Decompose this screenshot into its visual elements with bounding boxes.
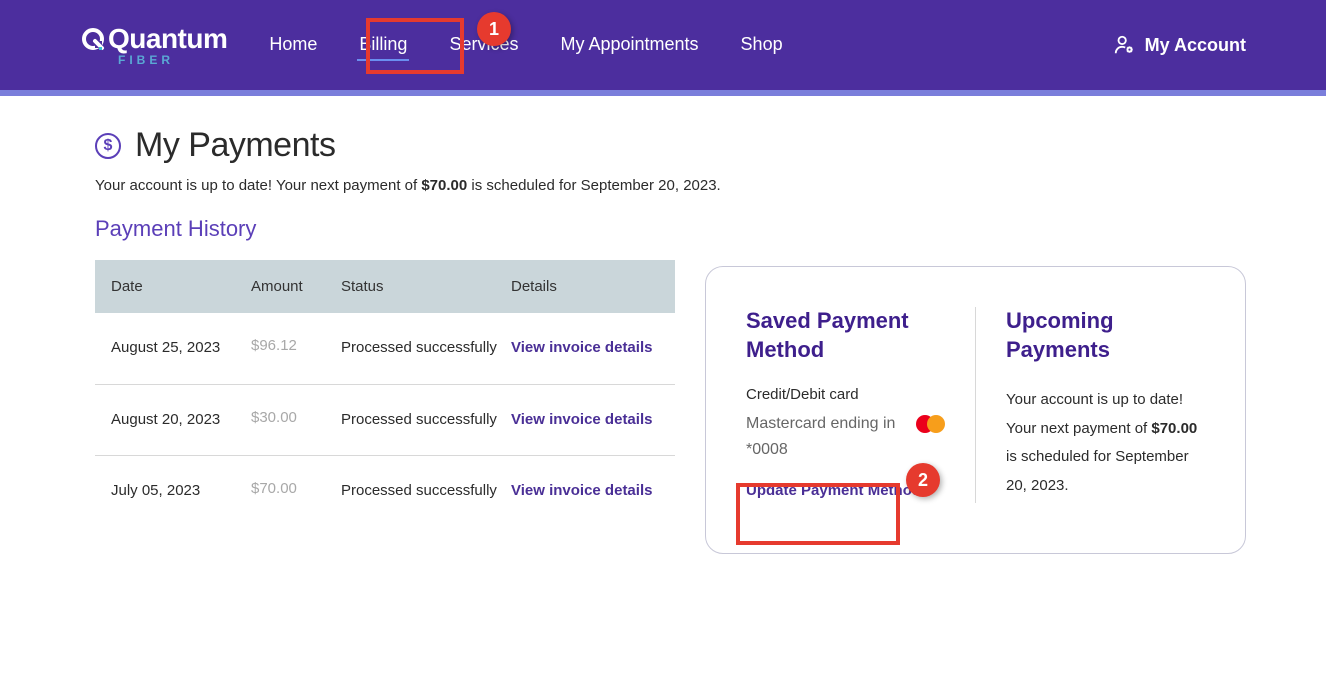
cell-date: July 05, 2023	[111, 480, 251, 501]
view-invoice-link[interactable]: View invoice details	[511, 482, 652, 499]
card-type-label: Credit/Debit card	[746, 386, 945, 403]
nav-billing[interactable]: Billing	[357, 30, 409, 61]
logo-text: Quantum	[108, 23, 227, 55]
annotation-badge-1: 1	[477, 12, 511, 46]
payment-card: Saved Payment Method Credit/Debit card M…	[705, 266, 1246, 554]
header-amount: Amount	[251, 278, 341, 295]
header-details: Details	[511, 278, 659, 295]
brand-logo[interactable]: Quantum FIBER	[80, 23, 227, 67]
cell-amount: $70.00	[251, 480, 341, 497]
upcoming-title: Upcoming Payments	[1006, 307, 1205, 364]
cell-amount: $30.00	[251, 409, 341, 426]
upcoming-payments-section: Upcoming Payments Your account is up to …	[1006, 307, 1205, 503]
page-subtitle: Your account is up to date! Your next pa…	[95, 177, 1246, 194]
header-date: Date	[111, 278, 251, 295]
nav-appointments[interactable]: My Appointments	[558, 30, 700, 61]
payment-history-heading: Payment History	[95, 216, 1246, 242]
my-account-link[interactable]: My Account	[1113, 34, 1246, 56]
mastercard-icon	[916, 415, 945, 433]
view-invoice-link[interactable]: View invoice details	[511, 339, 652, 356]
annotation-badge-2: 2	[906, 463, 940, 497]
top-nav: Quantum FIBER Home Billing Services My A…	[0, 0, 1326, 90]
cell-status: Processed successfully	[341, 480, 511, 503]
logo-subtext: FIBER	[118, 53, 174, 67]
cell-status: Processed successfully	[341, 409, 511, 432]
nav-shop[interactable]: Shop	[739, 30, 785, 61]
table-row: August 20, 2023 $30.00 Processed success…	[95, 385, 675, 457]
table-row: August 25, 2023 $96.12 Processed success…	[95, 313, 675, 385]
view-invoice-link[interactable]: View invoice details	[511, 411, 652, 428]
page-title: My Payments	[135, 126, 335, 165]
table-header-row: Date Amount Status Details	[95, 260, 675, 313]
cell-amount: $96.12	[251, 337, 341, 354]
my-account-label: My Account	[1145, 35, 1246, 56]
nav-home[interactable]: Home	[267, 30, 319, 61]
table-row: July 05, 2023 $70.00 Processed successfu…	[95, 456, 675, 527]
dollar-icon: $	[95, 133, 121, 159]
cell-status: Processed successfully	[341, 337, 511, 360]
card-description: Mastercard ending in *0008	[746, 411, 904, 462]
upcoming-text: Your account is up to date! Your next pa…	[1006, 386, 1205, 500]
person-gear-icon	[1113, 34, 1135, 56]
update-payment-link[interactable]: Update Payment Method	[746, 480, 921, 503]
saved-payment-title: Saved Payment Method	[746, 307, 945, 364]
header-status: Status	[341, 278, 511, 295]
cell-date: August 20, 2023	[111, 409, 251, 430]
payment-history-table: Date Amount Status Details August 25, 20…	[95, 260, 675, 527]
card-divider	[975, 307, 976, 503]
cell-date: August 25, 2023	[111, 337, 251, 358]
